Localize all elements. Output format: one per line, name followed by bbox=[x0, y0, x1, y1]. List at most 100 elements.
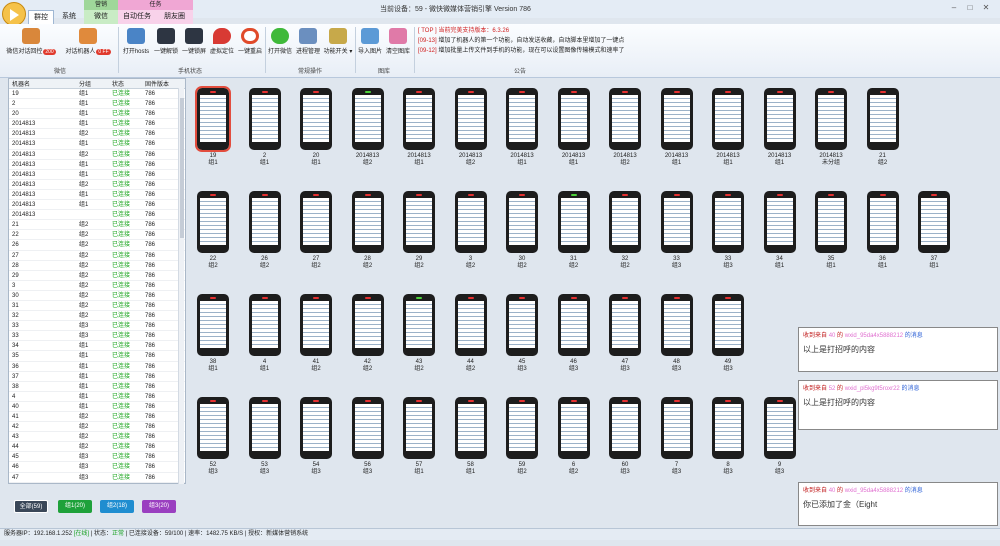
device-tile[interactable]: 21 组2 bbox=[860, 88, 906, 167]
device-tile[interactable]: 59 组2 bbox=[499, 397, 545, 476]
phone-screen[interactable] bbox=[866, 88, 899, 150]
phone-screen[interactable] bbox=[557, 191, 590, 253]
phone-screen[interactable] bbox=[609, 191, 641, 253]
phone-screen[interactable] bbox=[197, 294, 229, 356]
phone-screen[interactable] bbox=[300, 191, 332, 253]
device-tile[interactable]: 42 组2 bbox=[345, 294, 391, 373]
phone-screen[interactable] bbox=[506, 294, 538, 356]
tab-moments[interactable]: 朋友圈 bbox=[156, 10, 193, 24]
table-row[interactable]: 34 组1 已连接 786 bbox=[9, 341, 185, 352]
filter-group1-button[interactable]: 组1(20) bbox=[58, 500, 92, 513]
table-row[interactable]: 2014813 组1 已连接 786 bbox=[9, 160, 185, 170]
device-tile[interactable]: 19 组1 bbox=[190, 86, 236, 167]
phone-screen[interactable] bbox=[351, 88, 384, 150]
device-tile[interactable]: 2014813 组1 bbox=[499, 88, 545, 167]
phone-screen[interactable] bbox=[660, 191, 693, 253]
table-row[interactable]: 30 组2 已连接 786 bbox=[9, 291, 185, 301]
device-tile[interactable]: 2014813 组1 bbox=[705, 88, 751, 167]
table-row[interactable]: 2014813 组1 已连接 786 bbox=[9, 139, 185, 150]
table-row[interactable]: 33 组3 已连接 786 bbox=[9, 331, 185, 342]
device-tile[interactable]: 41 组2 bbox=[293, 294, 339, 373]
phone-screen[interactable] bbox=[403, 88, 435, 150]
table-row[interactable]: 42 组2 已连接 786 bbox=[9, 422, 185, 433]
lock-screen-button[interactable]: 一键锁屏 bbox=[181, 28, 207, 55]
filter-group2-button[interactable]: 组2(18) bbox=[100, 500, 134, 513]
device-tile[interactable]: 36 组1 bbox=[860, 191, 906, 270]
col-header-status[interactable]: 状态 bbox=[112, 79, 145, 88]
import-images-button[interactable]: 导入图片 bbox=[357, 28, 383, 55]
device-tile[interactable]: 60 组3 bbox=[602, 397, 648, 476]
phone-screen[interactable] bbox=[403, 191, 435, 253]
table-row[interactable]: 28 组2 已连接 786 bbox=[9, 261, 185, 271]
device-tile[interactable]: 2014813 组2 bbox=[345, 88, 391, 167]
filter-group3-button[interactable]: 组3(20) bbox=[142, 500, 176, 513]
phone-screen[interactable] bbox=[660, 294, 693, 356]
table-row[interactable]: 2 组1 已连接 786 bbox=[9, 99, 185, 110]
table-row[interactable]: 27 组2 已连接 786 bbox=[9, 251, 185, 261]
device-tile[interactable]: 9 组3 bbox=[757, 397, 803, 476]
device-tile[interactable]: 35 组1 bbox=[808, 191, 854, 270]
device-tile[interactable]: 37 组1 bbox=[911, 191, 957, 270]
tab-system[interactable]: 系统 bbox=[56, 10, 82, 24]
phone-screen[interactable] bbox=[351, 294, 384, 356]
device-tile[interactable]: 49 组3 bbox=[705, 294, 751, 373]
device-tile[interactable]: 2014813 组1 bbox=[654, 88, 700, 167]
device-tile[interactable]: 38 组1 bbox=[190, 294, 236, 373]
table-row[interactable]: 41 组2 已连接 786 bbox=[9, 412, 185, 423]
restart-button[interactable]: 一键重启 bbox=[237, 28, 263, 55]
table-row[interactable]: 19 组1 已连接 786 bbox=[9, 89, 185, 100]
table-row[interactable]: 4 组1 已连接 786 bbox=[9, 392, 185, 402]
filter-all-button[interactable]: 全部(59) bbox=[14, 500, 48, 513]
device-tile[interactable]: 8 组3 bbox=[705, 397, 751, 476]
table-row[interactable]: 31 组2 已连接 786 bbox=[9, 301, 185, 312]
unlock-button[interactable]: 一键解锁 bbox=[153, 28, 179, 55]
phone-screen[interactable] bbox=[609, 88, 641, 150]
phone-screen[interactable] bbox=[248, 397, 281, 459]
device-tile[interactable]: 6 组2 bbox=[551, 397, 597, 476]
phone-screen[interactable] bbox=[351, 191, 384, 253]
device-tile[interactable]: 34 组1 bbox=[757, 191, 803, 270]
device-tile[interactable]: 33 组3 bbox=[654, 191, 700, 270]
tab-auto-tasks[interactable]: 自动任务 bbox=[118, 10, 156, 24]
phone-screen[interactable] bbox=[300, 294, 332, 356]
device-tile[interactable]: 56 组3 bbox=[345, 397, 391, 476]
phone-screen[interactable] bbox=[506, 88, 538, 150]
phone-screen[interactable] bbox=[403, 397, 435, 459]
device-tile[interactable]: 44 组2 bbox=[448, 294, 494, 373]
device-tile[interactable]: 30 组2 bbox=[499, 191, 545, 270]
phone-screen[interactable] bbox=[506, 191, 538, 253]
device-tile[interactable]: 3 组2 bbox=[448, 191, 494, 270]
phone-screen[interactable] bbox=[403, 294, 435, 356]
phone-screen[interactable] bbox=[660, 88, 693, 150]
table-row[interactable]: 2014813 已连接 786 bbox=[9, 210, 185, 221]
device-tile[interactable]: 20 组1 bbox=[293, 88, 339, 167]
device-tile[interactable]: 57 组1 bbox=[396, 397, 442, 476]
device-tile[interactable]: 2014813 组2 bbox=[602, 88, 648, 167]
device-tile[interactable]: 33 组3 bbox=[705, 191, 751, 270]
table-row[interactable]: 37 组1 已连接 786 bbox=[9, 372, 185, 382]
phone-screen[interactable] bbox=[763, 88, 796, 150]
table-row[interactable]: 35 组1 已连接 786 bbox=[9, 351, 185, 362]
table-row[interactable]: 45 组3 已连接 786 bbox=[9, 452, 185, 463]
phone-screen[interactable] bbox=[609, 294, 641, 356]
phone-screen[interactable] bbox=[763, 397, 796, 459]
phone-screen[interactable] bbox=[195, 86, 231, 152]
process-management-button[interactable]: 进程管理 bbox=[295, 28, 321, 55]
phone-screen[interactable] bbox=[763, 191, 796, 253]
phone-screen[interactable] bbox=[454, 397, 487, 459]
phone-screen[interactable] bbox=[815, 191, 847, 253]
phone-screen[interactable] bbox=[248, 294, 281, 356]
table-row[interactable]: 46 组3 已连接 786 bbox=[9, 462, 185, 473]
table-row[interactable]: 29 组2 已连接 786 bbox=[9, 271, 185, 281]
phone-screen[interactable] bbox=[815, 88, 847, 150]
tab-group-control[interactable]: 群控 bbox=[28, 10, 54, 24]
table-row[interactable]: 21 组2 已连接 786 bbox=[9, 220, 185, 231]
wechat-dialog-button[interactable]: 微信对话回控 200 bbox=[4, 28, 58, 55]
feature-switch-button[interactable]: 功能开关 ▾ bbox=[323, 28, 353, 55]
table-row[interactable]: 2014813 组1 已连接 786 bbox=[9, 200, 185, 211]
table-row[interactable]: 20 组1 已连接 786 bbox=[9, 109, 185, 120]
col-header-name[interactable]: 机器名 bbox=[9, 79, 79, 88]
device-tile[interactable]: 7 组3 bbox=[654, 397, 700, 476]
app-logo-icon[interactable] bbox=[2, 2, 26, 26]
robot-dialog-button[interactable]: 对话机器人 0 FF bbox=[62, 28, 114, 55]
